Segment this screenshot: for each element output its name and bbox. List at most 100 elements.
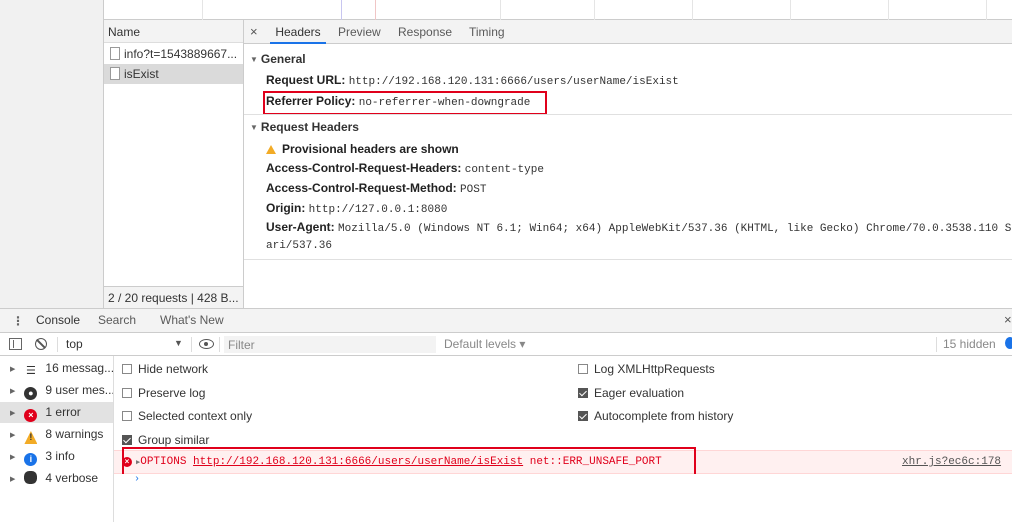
sidebar-item-info[interactable]: ▶ i 3 info bbox=[0, 446, 113, 467]
eager-eval-option[interactable]: Eager evaluation bbox=[578, 386, 684, 400]
sidebar-item-user-messages[interactable]: ▶ ● 9 user mes... bbox=[0, 380, 113, 401]
tab-console[interactable]: Console bbox=[36, 313, 80, 327]
user-icon: ● bbox=[24, 387, 38, 400]
preserve-log-option[interactable]: Preserve log bbox=[122, 386, 205, 400]
list-icon: ☰ bbox=[25, 365, 36, 377]
sidebar-item-label: 16 messag... bbox=[45, 361, 113, 375]
sidebar-item-label: 8 warnings bbox=[45, 427, 104, 441]
option-label: Log XMLHttpRequests bbox=[594, 362, 715, 376]
request-headers-section-toggle[interactable]: ▼ Request Headers bbox=[250, 120, 359, 134]
console-prompt[interactable]: › bbox=[114, 474, 1012, 522]
timeline-overview[interactable] bbox=[104, 0, 1012, 20]
selected-context-option[interactable]: Selected context only bbox=[122, 409, 252, 423]
requests-summary: 2 / 20 requests | 428 B... bbox=[104, 286, 243, 308]
expand-arrow-icon: ▶ bbox=[10, 366, 16, 373]
header-key: Access-Control-Request-Headers: bbox=[266, 161, 462, 175]
more-menu-icon[interactable]: ⋮ bbox=[12, 314, 24, 328]
request-row-selected[interactable]: isExist bbox=[104, 64, 243, 84]
sidebar-item-label: 9 user mes... bbox=[45, 383, 113, 397]
user-agent-row: User-Agent: Mozilla/5.0 (Windows NT 6.1;… bbox=[266, 220, 1012, 235]
selected-context-checkbox[interactable] bbox=[122, 411, 132, 421]
close-details-icon[interactable]: × bbox=[250, 24, 258, 39]
hide-network-option[interactable]: Hide network bbox=[122, 362, 208, 376]
sidebar-item-warnings[interactable]: ▶! 8 warnings bbox=[0, 424, 113, 445]
log-levels-dropdown[interactable]: Default levels ▾ bbox=[444, 337, 525, 351]
sidebar-item-messages[interactable]: ▶ ☰ 16 messag... bbox=[0, 358, 113, 379]
sidebar-item-errors[interactable]: ▶ × 1 error bbox=[0, 402, 113, 423]
hide-network-checkbox[interactable] bbox=[122, 364, 132, 374]
request-row[interactable]: info?t=1543889667... bbox=[104, 44, 243, 64]
error-source-link[interactable]: xhr.js?ec6c:178 bbox=[902, 456, 1001, 468]
sidebar-item-label: 4 verbose bbox=[45, 471, 99, 485]
header-key: Request URL: bbox=[266, 73, 346, 87]
requests-list-panel: Name info?t=1543889667... isExist 2 / 20… bbox=[104, 20, 244, 308]
option-label: Hide network bbox=[138, 362, 209, 376]
sidebar-item-verbose[interactable]: ▶ 4 verbose bbox=[0, 468, 113, 489]
close-drawer-icon[interactable]: × bbox=[1004, 312, 1012, 327]
request-details-panel: × Headers Preview Response Timing ▼ Gener… bbox=[244, 20, 1012, 308]
request-name: isExist bbox=[124, 67, 159, 81]
clear-console-icon[interactable] bbox=[35, 338, 47, 350]
origin-row: Origin: http://127.0.0.1:8080 bbox=[266, 201, 447, 216]
console-settings: Hide network Preserve log Selected conte… bbox=[114, 356, 1012, 448]
context-dropdown-icon[interactable]: ▼ bbox=[174, 338, 183, 348]
console-sidebar: ▶ ☰ 16 messag... ▶ ● 9 user mes... ▶ × 1 error… bbox=[0, 356, 114, 522]
expand-arrow-icon: ▶ bbox=[10, 388, 16, 395]
expand-arrow-icon: ▶ bbox=[10, 410, 16, 417]
option-label: Preserve log bbox=[138, 386, 206, 400]
option-label: Group similar bbox=[138, 433, 210, 447]
referrer-policy-row: Referrer Policy: no-referrer-when-downgr… bbox=[266, 94, 530, 109]
section-title: Request Headers bbox=[260, 120, 359, 134]
error-icon: × bbox=[24, 409, 38, 422]
autocomplete-checkbox[interactable] bbox=[578, 411, 588, 421]
sidebar-toggle-icon[interactable] bbox=[9, 338, 22, 350]
option-label: Eager evaluation bbox=[594, 386, 685, 400]
tab-search[interactable]: Search bbox=[98, 313, 136, 327]
header-key: User-Agent: bbox=[266, 220, 335, 234]
prompt-caret: › bbox=[134, 474, 141, 485]
warning-icon bbox=[266, 145, 276, 154]
request-url-row: Request URL: http://192.168.120.131:6666… bbox=[266, 73, 679, 88]
name-column-header[interactable]: Name bbox=[104, 20, 243, 43]
provisional-warning: Provisional headers are shown bbox=[266, 142, 459, 156]
expand-arrow-icon: ▶ bbox=[10, 476, 16, 483]
sidebar-item-label: 1 error bbox=[45, 405, 81, 419]
header-value: Mozilla/5.0 (Windows NT 6.1; Win64; x64)… bbox=[338, 223, 1012, 235]
preserve-log-checkbox[interactable] bbox=[122, 388, 132, 398]
hidden-count: 15 hidden bbox=[943, 337, 996, 351]
expand-arrow-icon: ▼ bbox=[250, 123, 258, 132]
user-agent-continuation: ari/537.36 bbox=[266, 240, 333, 252]
filter-input[interactable]: Filter bbox=[224, 336, 436, 353]
divider bbox=[244, 259, 1012, 260]
section-title: General bbox=[260, 52, 306, 66]
warning-icon: ! bbox=[24, 431, 38, 444]
sidebar-item-label: 3 info bbox=[45, 449, 75, 463]
header-value: content-type bbox=[464, 164, 544, 176]
file-icon bbox=[110, 67, 120, 80]
log-xhr-checkbox[interactable] bbox=[578, 364, 588, 374]
eye-icon[interactable] bbox=[199, 339, 214, 349]
tab-timing[interactable]: Timing bbox=[469, 20, 505, 44]
tab-response[interactable]: Response bbox=[398, 20, 452, 44]
tab-whats-new[interactable]: What's New bbox=[160, 313, 224, 327]
header-key: Referrer Policy: bbox=[266, 94, 356, 108]
header-key: Access-Control-Request-Method: bbox=[266, 181, 457, 195]
file-icon bbox=[110, 47, 120, 60]
header-value: POST bbox=[460, 184, 487, 196]
context-selector[interactable]: top bbox=[66, 337, 83, 351]
header-key: Origin: bbox=[266, 201, 306, 215]
autocomplete-option[interactable]: Autocomplete from history bbox=[578, 409, 733, 423]
group-similar-option[interactable]: Group similar bbox=[122, 433, 209, 447]
warning-text: Provisional headers are shown bbox=[282, 142, 459, 156]
eager-eval-checkbox[interactable] bbox=[578, 388, 588, 398]
header-value: http://192.168.120.131:6666/users/userNa… bbox=[348, 76, 679, 88]
log-xhr-option[interactable]: Log XMLHttpRequests bbox=[578, 362, 715, 376]
settings-gear-icon[interactable] bbox=[1005, 337, 1012, 349]
general-section-toggle[interactable]: ▼ General bbox=[250, 52, 306, 66]
group-similar-checkbox[interactable] bbox=[122, 435, 132, 445]
acrh-row: Access-Control-Request-Headers: content-… bbox=[266, 161, 544, 176]
details-tab-bar: × Headers Preview Response Timing bbox=[244, 20, 1012, 44]
tab-headers[interactable]: Headers bbox=[270, 20, 326, 44]
option-label: Selected context only bbox=[138, 409, 253, 423]
tab-preview[interactable]: Preview bbox=[338, 20, 381, 44]
